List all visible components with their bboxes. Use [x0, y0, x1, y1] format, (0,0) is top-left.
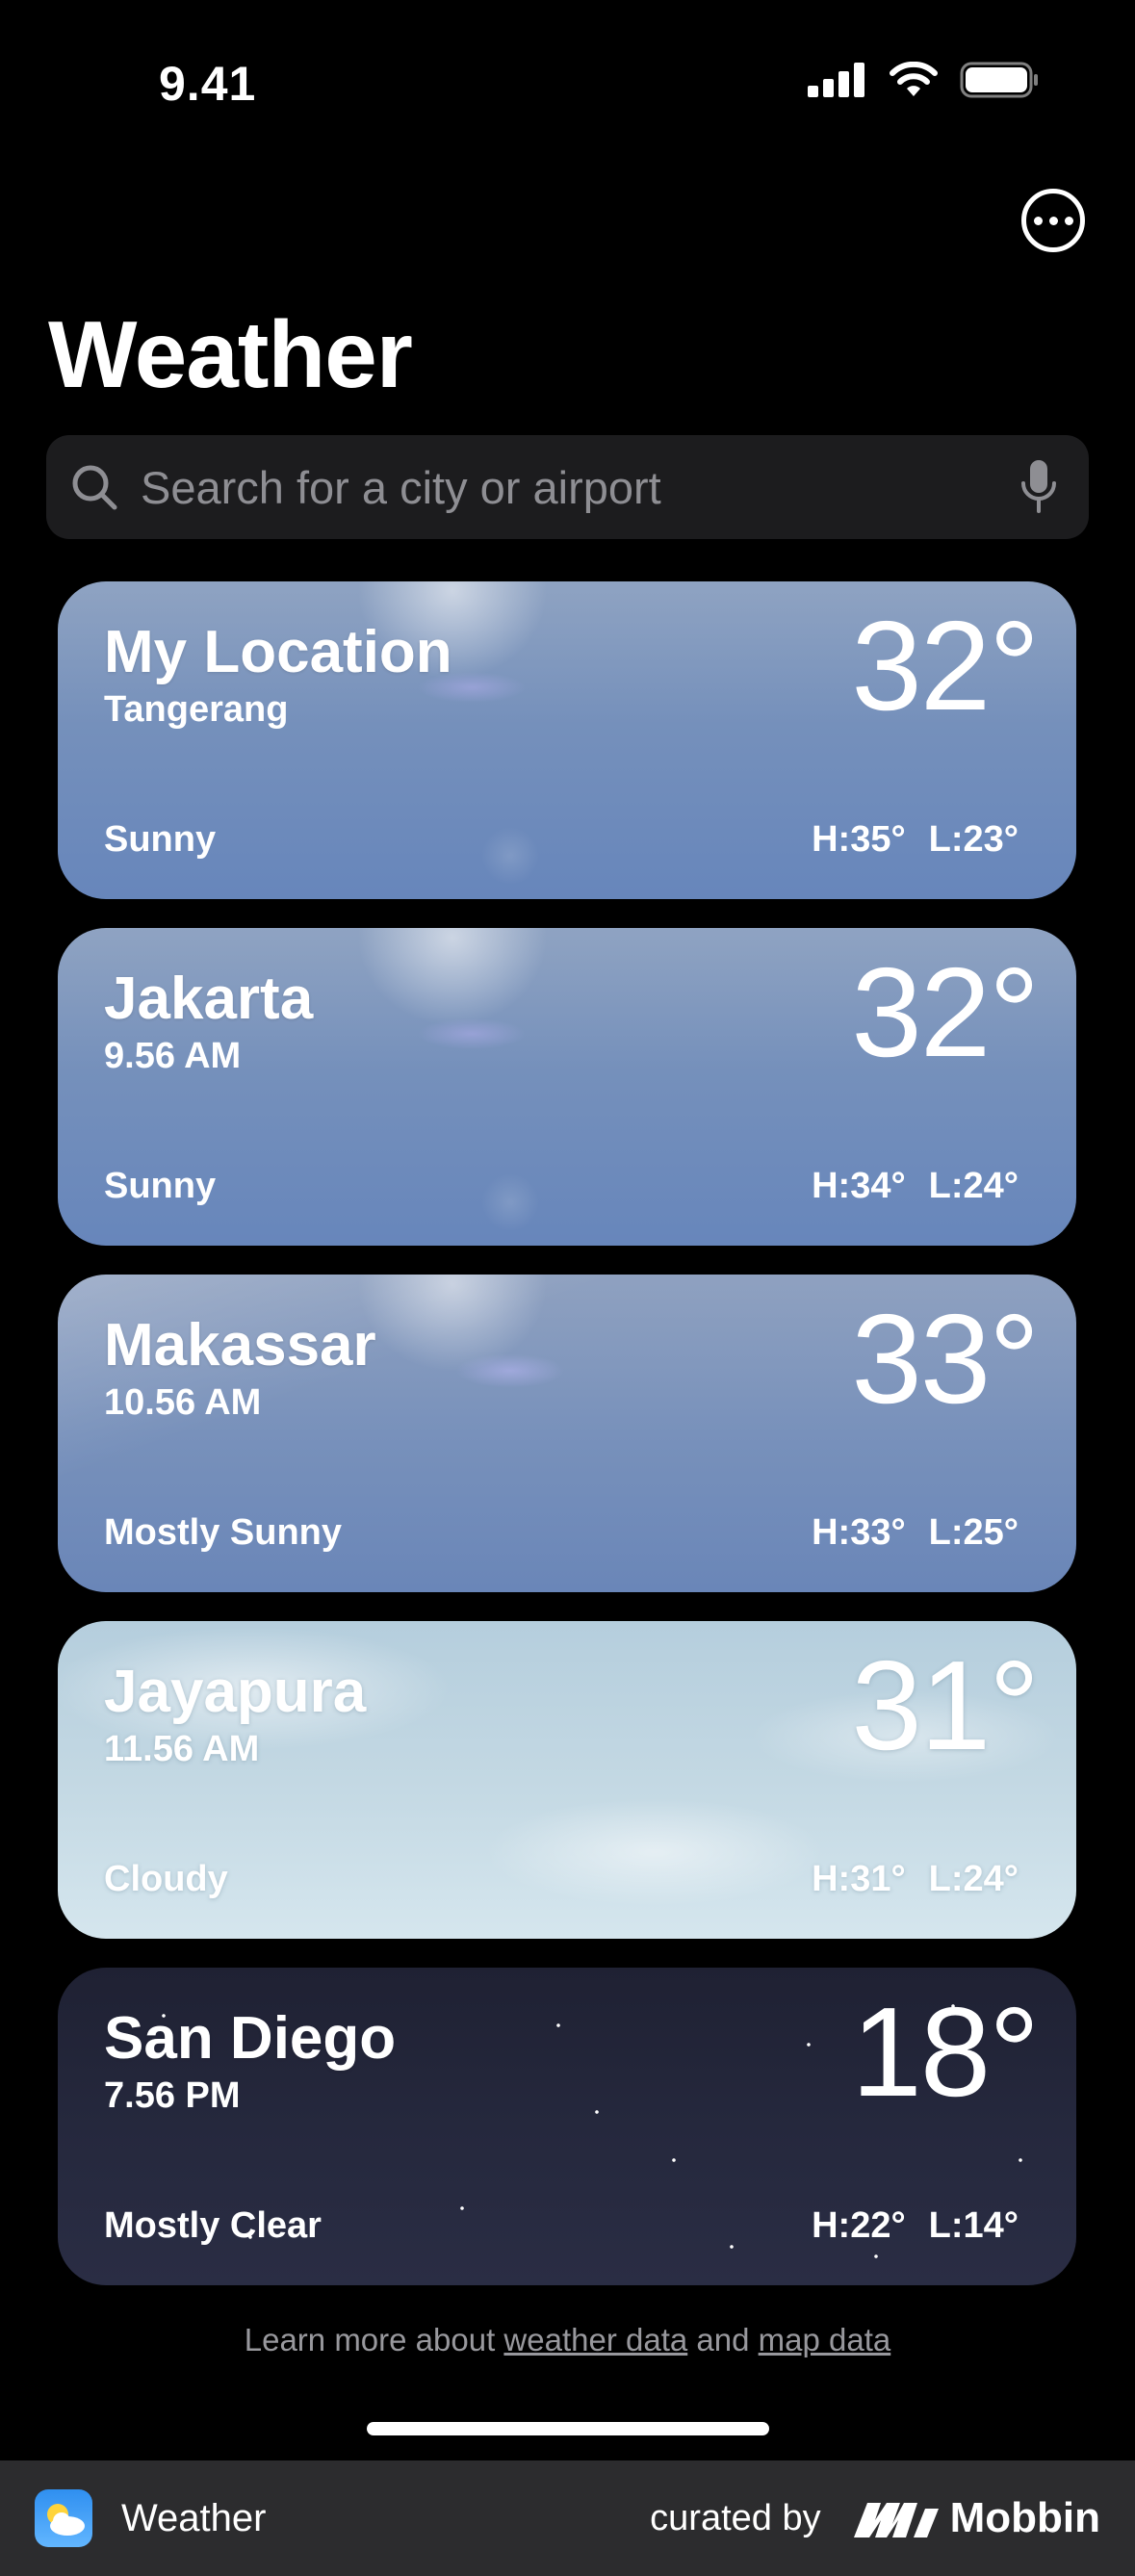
brand-name: Mobbin	[949, 2494, 1100, 2541]
status-icons	[808, 62, 1039, 98]
note-middle: and	[687, 2322, 759, 2357]
high-temperature: H:34°	[812, 1166, 906, 1206]
cellular-signal-icon	[808, 63, 864, 97]
local-time: 10.56 AM	[104, 1382, 262, 1423]
map-data-link[interactable]: map data	[759, 2322, 891, 2357]
battery-icon	[960, 62, 1038, 98]
high-low: H:34° L:24°	[812, 1166, 1019, 1207]
low-temperature: L:14°	[928, 2205, 1019, 2246]
more-options-button[interactable]	[1021, 189, 1085, 252]
home-indicator[interactable]	[367, 2422, 769, 2435]
high-temperature: H:33°	[812, 1512, 906, 1553]
attribution-bar: Weather curated by Mobbin	[0, 2460, 1135, 2576]
location-card-jayapura[interactable]: Jayapura 11.56 AM 31° Cloudy H:31° L:24°	[58, 1621, 1076, 1939]
high-low: H:33° L:25°	[812, 1512, 1019, 1554]
weather-condition: Sunny	[104, 1166, 217, 1206]
microphone-icon[interactable]	[1019, 458, 1058, 516]
local-time: 9.56 AM	[104, 1036, 242, 1076]
low-temperature: L:24°	[928, 1859, 1019, 1899]
current-temperature: 31°	[851, 1635, 1040, 1776]
city-name: Makassar	[104, 1312, 376, 1378]
weather-condition: Sunny	[104, 819, 217, 860]
status-time: 9.41	[159, 57, 257, 111]
current-temperature: 32°	[851, 941, 1040, 1083]
data-source-note: Learn more about weather data and map da…	[0, 2322, 1135, 2358]
high-temperature: H:35°	[812, 819, 906, 860]
search-icon	[72, 465, 117, 510]
weather-condition: Mostly Sunny	[104, 1512, 343, 1553]
ellipsis-dot	[1064, 216, 1073, 225]
high-low: H:31° L:24°	[812, 1859, 1019, 1900]
location-list: My Location Tangerang 32° Sunny H:35° L:…	[58, 581, 1076, 2314]
local-time: 11.56 AM	[104, 1729, 260, 1769]
location-card-jakarta[interactable]: Jakarta 9.56 AM 32° Sunny H:34° L:24°	[58, 928, 1076, 1246]
low-temperature: L:25°	[928, 1512, 1019, 1553]
mobbin-logo: Mobbin	[853, 2494, 1100, 2542]
low-temperature: L:23°	[928, 819, 1019, 860]
page-title: Weather	[48, 301, 413, 407]
search-bar[interactable]	[46, 435, 1089, 539]
local-time: 7.56 PM	[104, 2075, 241, 2116]
curated-by-label: curated by	[650, 2497, 821, 2538]
location-card-my-location[interactable]: My Location Tangerang 32° Sunny H:35° L:…	[58, 581, 1076, 899]
app-name: Weather	[121, 2496, 267, 2539]
ellipsis-icon	[1033, 216, 1043, 225]
high-temperature: H:31°	[812, 1859, 906, 1899]
low-temperature: L:24°	[928, 1166, 1019, 1206]
current-temperature: 18°	[851, 1981, 1040, 2123]
high-low: H:22° L:14°	[812, 2205, 1019, 2247]
location-card-makassar[interactable]: Makassar 10.56 AM 33° Mostly Sunny H:33°…	[58, 1275, 1076, 1592]
high-temperature: H:22°	[812, 2205, 906, 2246]
location-card-san-diego[interactable]: San Diego 7.56 PM 18° Mostly Clear H:22°…	[58, 1968, 1076, 2285]
note-prefix: Learn more about	[244, 2322, 504, 2357]
search-input[interactable]	[141, 460, 1019, 514]
ellipsis-dot	[1048, 216, 1058, 225]
city-name: My Location	[104, 619, 452, 685]
weather-data-link[interactable]: weather data	[503, 2322, 687, 2357]
wifi-icon	[890, 62, 938, 96]
weather-app-icon	[35, 2489, 92, 2547]
high-low: H:35° L:23°	[812, 819, 1019, 861]
weather-condition: Cloudy	[104, 1859, 228, 1899]
weather-condition: Mostly Clear	[104, 2205, 322, 2246]
city-name: Jakarta	[104, 966, 314, 1032]
city-name: San Diego	[104, 2005, 397, 2072]
current-temperature: 33°	[851, 1288, 1040, 1430]
city-subtitle: Tangerang	[104, 689, 289, 730]
weather-screen: 9.41 Weather Search for a city or airpor…	[0, 0, 1135, 2576]
city-name: Jayapura	[104, 1659, 367, 1725]
current-temperature: 32°	[851, 595, 1040, 736]
mobbin-mark-icon	[853, 2503, 939, 2537]
